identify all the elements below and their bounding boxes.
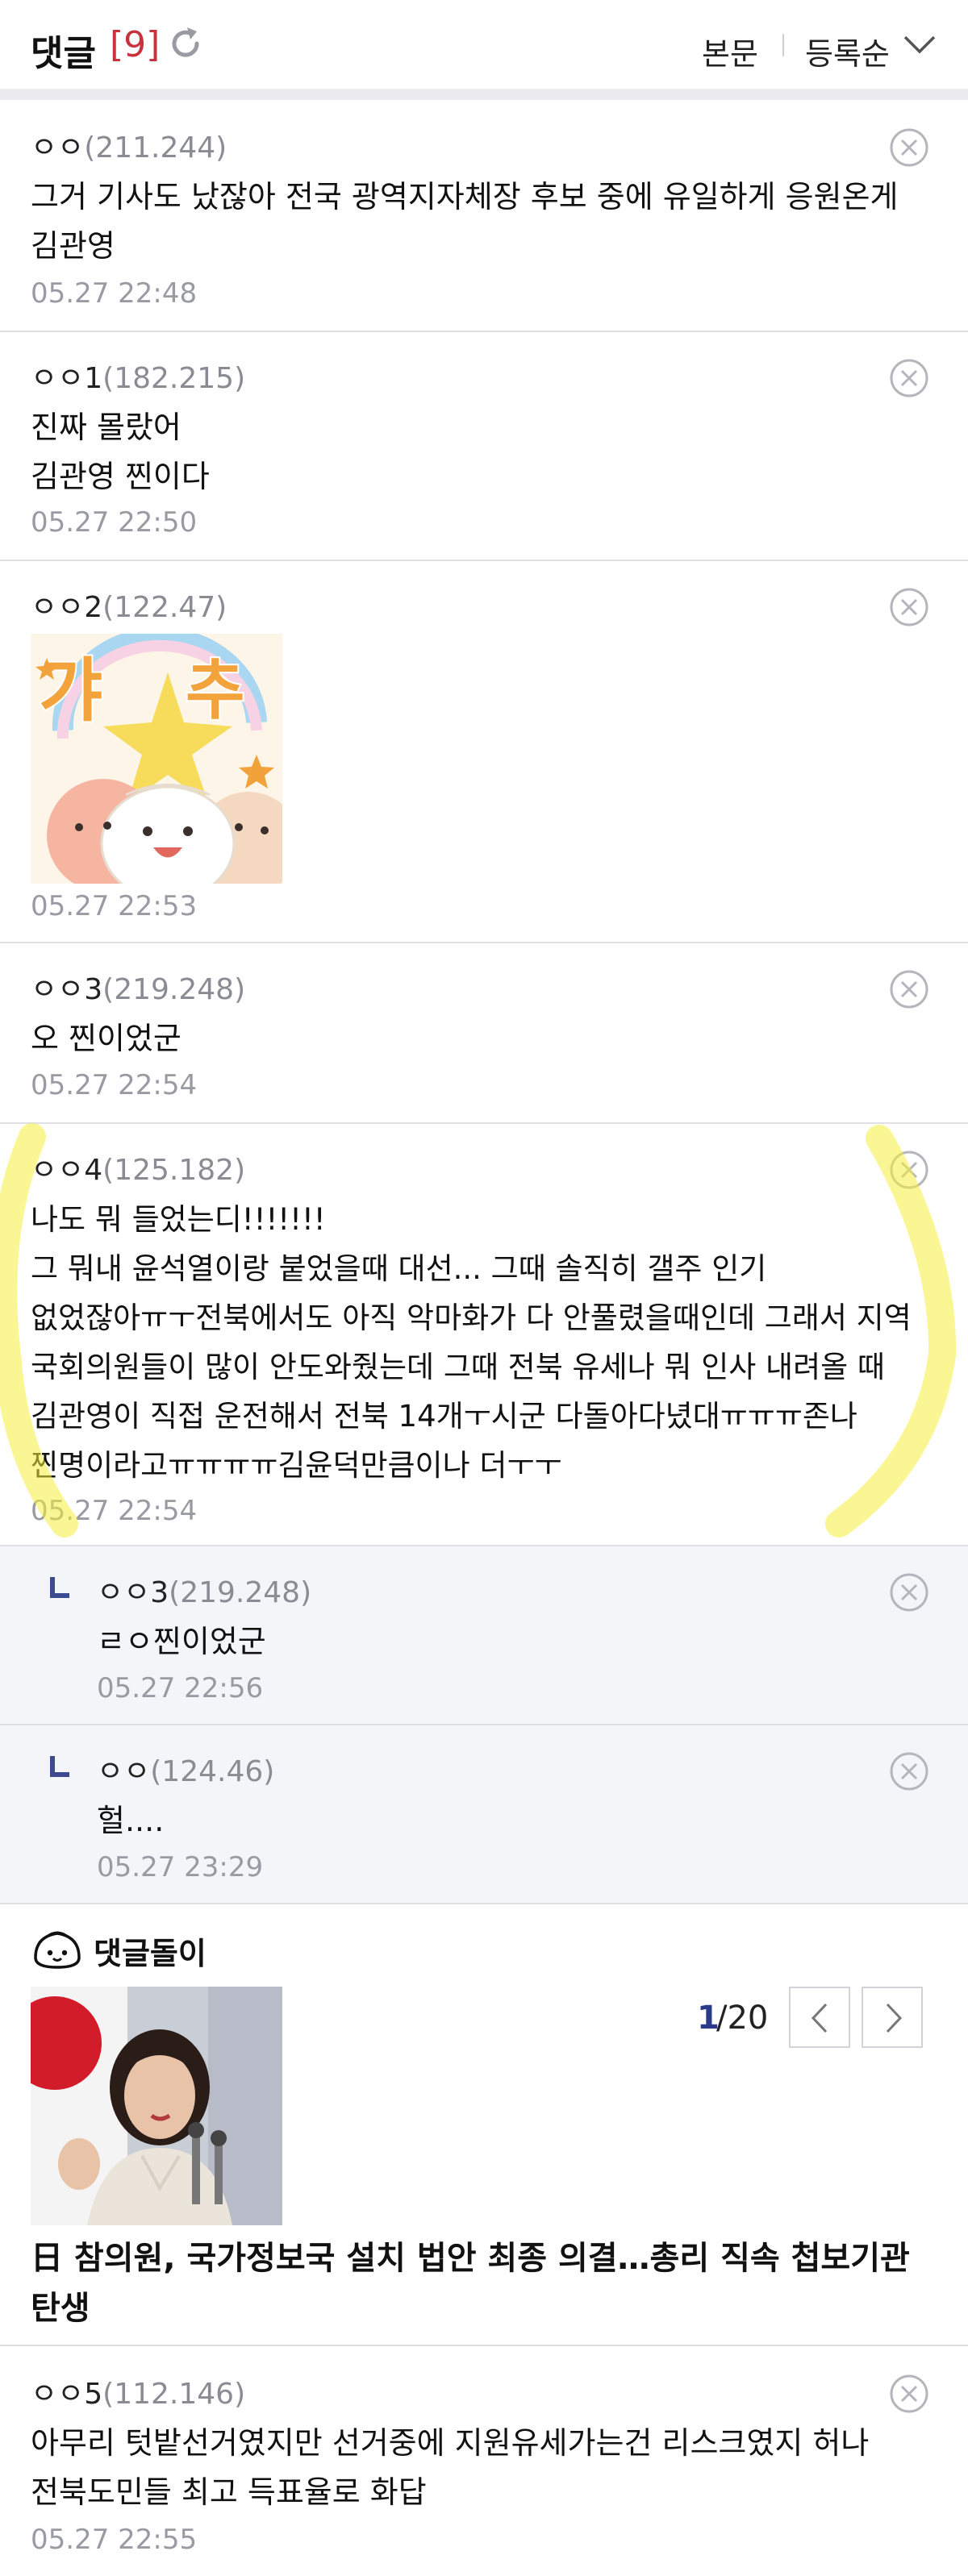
comment-date: 05.27 22:53 bbox=[31, 890, 198, 922]
comment-text: 오 찐이었군 bbox=[31, 1021, 182, 1056]
comment-author: ㅇㅇ3(219.248) bbox=[97, 1576, 312, 1609]
comment-ip: (125.182) bbox=[102, 1154, 246, 1187]
comment-item: ㅇㅇ4(125.182) 나도 뭐 들었는디!!!!!!! 그 뭐내 윤석열이랑… bbox=[0, 1124, 968, 1546]
comment-ip: (112.146) bbox=[102, 2378, 246, 2411]
comment-text: ㄹㅇ찐이었군 bbox=[97, 1624, 266, 1659]
comment-author: ㅇㅇ3(219.248) bbox=[31, 973, 246, 1006]
comment-date: 05.27 22:48 bbox=[31, 277, 198, 310]
comment-date: 05.27 22:55 bbox=[31, 2524, 198, 2556]
close-circle-icon[interactable] bbox=[889, 127, 929, 168]
chevron-down-icon[interactable] bbox=[902, 32, 937, 56]
view-body-link[interactable]: 본문 bbox=[702, 29, 758, 73]
comment-ip: (182.215) bbox=[102, 362, 246, 395]
close-circle-icon[interactable] bbox=[889, 969, 929, 1009]
close-circle-icon[interactable] bbox=[889, 587, 929, 627]
comment-author: ㅇㅇ1(182.215) bbox=[31, 362, 246, 395]
comment-author: ㅇㅇ(211.244) bbox=[31, 131, 227, 164]
comments-title: 댓글 bbox=[31, 33, 96, 74]
comment-date: 05.27 22:56 bbox=[97, 1672, 264, 1704]
comment-date: 05.27 22:54 bbox=[31, 1495, 198, 1527]
comment-ip: (211.244) bbox=[84, 131, 227, 164]
comment-author: ㅇㅇ(124.46) bbox=[97, 1755, 275, 1788]
dumpling-mascot-icon bbox=[34, 1931, 81, 1969]
comment-date: 05.27 23:29 bbox=[97, 1851, 264, 1883]
comment-ip: (219.248) bbox=[169, 1576, 312, 1609]
comment-text: 진짜 몰랐어 김관영 찐이다 bbox=[31, 410, 210, 494]
comment-date: 05.27 22:50 bbox=[31, 506, 198, 539]
comment-author: ㅇㅇ4(125.182) bbox=[31, 1154, 246, 1187]
close-circle-icon[interactable] bbox=[889, 1572, 929, 1613]
comment-item: ㅇㅇ1(182.215) 진짜 몰랐어 김관영 찐이다 05.27 22:50 bbox=[0, 332, 968, 561]
header-divider bbox=[782, 34, 784, 56]
recommend-label: 댓글돌이 bbox=[94, 1936, 207, 1971]
comment-author: ㅇㅇ5(112.146) bbox=[31, 2378, 246, 2411]
comment-item: ㅇㅇ(211.244) 그거 기사도 났잖아 전국 광역지자체장 후보 중에 유… bbox=[0, 100, 968, 332]
comment-item: ㅇㅇ5(112.146) 아무리 텃밭선거였지만 선거중에 지원유세가는건 리스… bbox=[0, 2346, 968, 2576]
comment-ip: (124.46) bbox=[150, 1755, 275, 1788]
close-circle-icon[interactable] bbox=[889, 2374, 929, 2414]
comment-header: 댓글 [9] 본문 등록순 bbox=[0, 0, 968, 100]
sticker-image: 갸 추 bbox=[31, 634, 282, 884]
recommended-article[interactable]: 댓글돌이 1 /20 日 참의원, 국가정보국 설치 법안 최종 의결…총리 직… bbox=[0, 1904, 968, 2346]
sort-order-dropdown[interactable]: 등록순 bbox=[805, 29, 890, 73]
next-button[interactable] bbox=[862, 1987, 923, 2048]
comment-text: 그거 기사도 났잖아 전국 광역지자체장 후보 중에 유일하게 응원온게 김관영 bbox=[31, 179, 908, 264]
comment-count: [9] bbox=[110, 24, 161, 65]
comment-text: 나도 뭐 들었는디!!!!!!! 그 뭐내 윤석열이랑 붙었을때 대선... 그… bbox=[31, 1202, 912, 1483]
page-total: /20 bbox=[716, 2000, 769, 2037]
reply-item: ㅇㅇ3(219.248) ㄹㅇ찐이었군 05.27 22:56 bbox=[0, 1546, 968, 1725]
prev-button[interactable] bbox=[789, 1987, 850, 2048]
refresh-icon[interactable] bbox=[166, 24, 205, 63]
comment-text: 헐.... bbox=[97, 1803, 165, 1838]
comment-author: ㅇㅇ2(122.47) bbox=[31, 591, 227, 624]
article-thumbnail[interactable] bbox=[31, 1987, 282, 2225]
reply-arrow-icon bbox=[50, 1756, 71, 1777]
reply-arrow-icon bbox=[50, 1577, 71, 1598]
chevron-right-icon bbox=[886, 2003, 903, 2033]
comment-text: 아무리 텃밭선거였지만 선거중에 지원유세가는건 리스크였지 허나 전북도민들 … bbox=[31, 2425, 879, 2510]
comment-ip: (122.47) bbox=[102, 591, 227, 624]
comment-date: 05.27 22:54 bbox=[31, 1069, 198, 1101]
chevron-left-icon bbox=[811, 2003, 828, 2033]
close-circle-icon[interactable] bbox=[889, 1751, 929, 1792]
close-circle-icon[interactable] bbox=[889, 1150, 929, 1190]
reply-item: ㅇㅇ(124.46) 헐.... 05.27 23:29 bbox=[0, 1725, 968, 1904]
svg-text:추: 추 bbox=[186, 653, 245, 728]
comment-item: ㅇㅇ3(219.248) 오 찐이었군 05.27 22:54 bbox=[0, 943, 968, 1124]
close-circle-icon[interactable] bbox=[889, 358, 929, 398]
article-headline[interactable]: 日 참의원, 국가정보국 설치 법안 최종 의결…총리 직속 첩보기관 탄생 bbox=[31, 2233, 936, 2333]
comment-ip: (219.248) bbox=[102, 973, 246, 1006]
